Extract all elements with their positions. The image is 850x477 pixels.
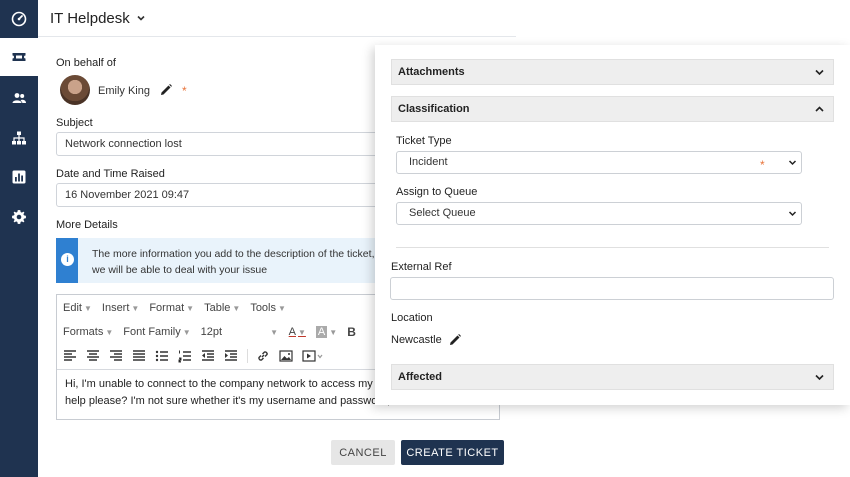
menu-tools[interactable]: Tools ▼ [250,302,286,314]
classification-section-header[interactable]: Classification [391,96,834,122]
attachments-label: Attachments [398,66,465,78]
menu-format[interactable]: Format ▼ [149,302,194,314]
more-details-label: More Details [56,219,118,231]
ticket-type-select[interactable]: Incident * [396,151,802,174]
sidebar-item-dashboard[interactable] [0,0,38,38]
app-title[interactable]: IT Helpdesk [50,10,130,27]
sidebar [0,0,38,477]
ticket-type-label: Ticket Type [396,135,452,147]
person-name: Emily King [98,85,150,97]
info-icon: i [61,253,74,266]
subject-input[interactable]: Network connection lost [56,132,416,156]
font-size-dropdown[interactable]: 12pt ▼ [201,326,279,338]
outdent-icon[interactable] [201,349,215,363]
info-text: The more information you add to the desc… [92,246,422,278]
users-icon [12,93,26,103]
sidebar-item-users[interactable] [0,79,38,117]
classification-label: Classification [398,103,470,115]
attachments-section-header[interactable]: Attachments [391,59,834,85]
details-panel: Attachments Classification Ticket Type I… [375,45,850,405]
link-icon[interactable] [256,349,270,363]
create-ticket-button[interactable]: CREATE TICKET [401,440,504,465]
pencil-icon[interactable] [159,83,173,97]
font-family-dropdown[interactable]: Font Family ▼ [123,326,190,338]
ticket-icon [12,53,26,61]
ticket-type-value: Incident [409,156,448,168]
image-icon[interactable] [279,349,293,363]
bar-chart-icon [12,170,26,184]
avatar [60,75,90,105]
sidebar-item-reports[interactable] [0,158,38,196]
menu-edit[interactable]: Edit ▼ [63,302,92,314]
info-banner: i The more information you add to the de… [56,238,416,283]
external-ref-input[interactable] [390,277,834,300]
chevron-down-icon [788,160,797,166]
align-center-icon[interactable] [86,349,100,363]
assign-queue-value: Select Queue [409,207,476,219]
gear-icon [12,210,26,224]
affected-section-header[interactable]: Affected [391,364,834,390]
chevron-up-icon [815,106,824,112]
sidebar-item-org[interactable] [0,119,38,157]
media-icon[interactable] [302,349,324,363]
menu-insert[interactable]: Insert ▼ [102,302,139,314]
location-value: Newcastle [391,334,442,346]
external-ref-label: External Ref [391,261,452,273]
cancel-button[interactable]: CANCEL [331,440,395,465]
formats-dropdown[interactable]: Formats ▼ [63,326,113,338]
assign-queue-label: Assign to Queue [396,186,478,198]
chevron-down-icon [815,69,824,76]
pencil-icon[interactable] [448,333,462,347]
menu-table[interactable]: Table ▼ [204,302,240,314]
bullet-list-icon[interactable] [155,349,169,363]
date-label: Date and Time Raised [56,168,165,180]
speedometer-icon [11,11,27,27]
required-mark: * [182,84,187,98]
bold-button[interactable]: B [347,325,356,339]
subject-label: Subject [56,117,93,129]
required-mark: * [760,158,765,172]
align-justify-icon[interactable] [132,349,146,363]
sidebar-item-settings[interactable] [0,198,38,236]
on-behalf-label: On behalf of [56,57,116,69]
chevron-down-icon [815,374,824,381]
assign-queue-select[interactable]: Select Queue [396,202,802,225]
location-label: Location [391,312,433,324]
header: IT Helpdesk [38,0,516,37]
chevron-down-icon[interactable] [136,13,146,23]
affected-label: Affected [398,371,443,383]
info-line-1: The more information you add to the desc… [92,248,392,260]
font-color-button[interactable]: A ▼ [289,326,306,338]
align-right-icon[interactable] [109,349,123,363]
date-input[interactable]: 16 November 2021 09:47 [56,183,416,207]
org-chart-icon [12,131,26,145]
background-color-button[interactable]: A ▼ [315,326,337,338]
chevron-down-icon [788,211,797,217]
info-line-2: we will be able to deal with your issue [92,264,268,276]
indent-icon[interactable] [224,349,238,363]
align-left-icon[interactable] [63,349,77,363]
sidebar-item-tickets[interactable] [0,38,38,76]
numbered-list-icon[interactable] [178,349,192,363]
divider [396,247,829,248]
